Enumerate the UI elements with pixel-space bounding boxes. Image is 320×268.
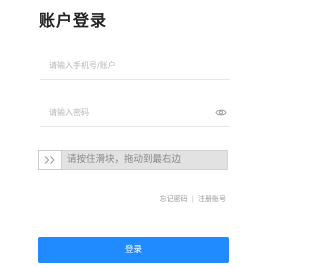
register-link[interactable]: 注册账号 <box>198 195 226 203</box>
slider-instruction: 请按住滑块，拖动到最右边 <box>67 154 182 165</box>
account-input[interactable] <box>40 53 209 77</box>
login-button[interactable]: 登录 <box>38 237 229 263</box>
auth-links: 忘记密码 | 注册账号 <box>160 194 226 204</box>
link-separator: | <box>191 195 194 203</box>
forgot-password-link[interactable]: 忘记密码 <box>160 195 188 203</box>
password-input[interactable] <box>40 100 209 124</box>
double-chevron-right-icon <box>44 156 55 164</box>
slider-handle[interactable] <box>38 150 62 170</box>
slider-captcha: 请按住滑块，拖动到最右边 <box>38 150 228 170</box>
account-field[interactable] <box>40 53 230 80</box>
password-field[interactable] <box>40 100 230 127</box>
eye-icon[interactable] <box>215 108 227 117</box>
page-title: 账户登录 <box>39 11 108 30</box>
